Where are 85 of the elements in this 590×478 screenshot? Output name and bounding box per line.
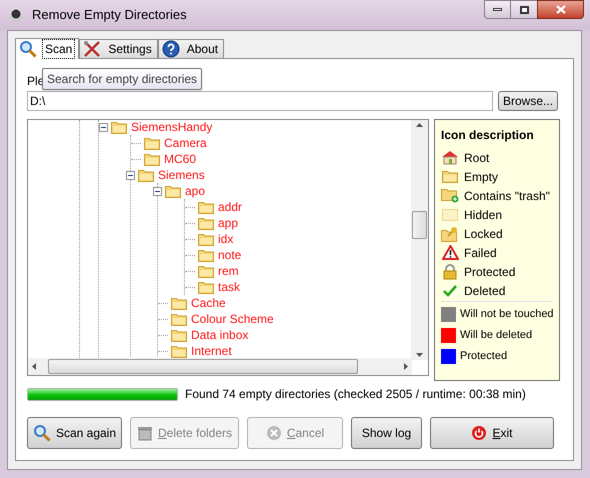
- collapse-toggle[interactable]: [153, 186, 162, 196]
- legend-label: Root: [464, 150, 490, 166]
- scrollbar-thumb[interactable]: [412, 211, 427, 239]
- tree-item[interactable]: Cache: [190, 295, 227, 311]
- legend-label: Locked: [464, 226, 503, 242]
- tree-item[interactable]: Camera: [163, 135, 208, 151]
- scrollbar-thumb[interactable]: [48, 359, 358, 374]
- tree-item[interactable]: Internet: [190, 343, 233, 359]
- folder-icon: [171, 328, 187, 342]
- search-icon: [19, 40, 37, 58]
- close-icon: [556, 5, 566, 14]
- folder-plus-icon: [441, 188, 459, 203]
- folder-icon: [171, 312, 187, 326]
- tree-item[interactable]: task: [217, 279, 242, 295]
- bin-icon: [136, 425, 153, 441]
- tooltip: Search for empty directories: [42, 68, 202, 90]
- right-arrow-icon: [404, 363, 408, 370]
- folder-icon: [198, 232, 214, 246]
- vertical-scrollbar[interactable]: [411, 120, 428, 360]
- tree-item[interactable]: Colour Scheme: [190, 311, 275, 327]
- checkmark-icon: [442, 284, 458, 298]
- action-button[interactable]: Show log: [351, 417, 422, 449]
- folder-icon: [165, 184, 181, 198]
- path-field[interactable]: D:\: [27, 91, 493, 111]
- folder-icon: [198, 248, 214, 262]
- folder-icon: [171, 344, 187, 358]
- horizontal-scrollbar[interactable]: [28, 358, 412, 375]
- tree-item[interactable]: addr: [217, 199, 244, 215]
- minimize-icon: [493, 8, 502, 11]
- tree-item[interactable]: note: [217, 247, 242, 263]
- maximize-icon: [520, 6, 528, 14]
- status-text: Found 74 empty directories (checked 2505 / runtime: 00:38 min): [185, 386, 526, 403]
- tree-item[interactable]: SiemensHandy: [130, 120, 214, 135]
- power-icon: [471, 425, 488, 441]
- legend-label: Hidden: [464, 206, 502, 224]
- legend-title: Icon description: [441, 127, 535, 144]
- legend-label: Will be deleted: [460, 328, 532, 344]
- folder-key-icon: [441, 226, 459, 242]
- tree-item[interactable]: app: [217, 215, 240, 231]
- legend-label: Empty: [464, 168, 498, 186]
- tree-item[interactable]: rem: [217, 263, 240, 279]
- action-button[interactable]: Scan again: [27, 417, 122, 449]
- tab[interactable]: Settings: [79, 39, 158, 58]
- tab[interactable]: Scan: [15, 38, 80, 59]
- tools-icon: [83, 40, 102, 58]
- left-arrow-icon: [32, 363, 36, 370]
- cancel-icon: [266, 425, 282, 441]
- warning-icon: [442, 245, 458, 260]
- window-title: Remove Empty Directories: [32, 6, 187, 24]
- legend-label: Protected: [464, 264, 516, 280]
- folder-icon: [144, 136, 160, 150]
- tree-item[interactable]: Data inbox: [190, 327, 250, 343]
- down-arrow-icon: [416, 353, 423, 357]
- folder-icon: [198, 264, 214, 278]
- browse-button[interactable]: Browse...: [498, 91, 558, 111]
- collapse-toggle[interactable]: [99, 122, 108, 132]
- search-icon: [32, 424, 51, 442]
- tree-item[interactable]: apo: [184, 183, 206, 199]
- folder-icon: [198, 200, 214, 214]
- maximize-button[interactable]: [511, 0, 537, 19]
- folder-icon: [198, 216, 214, 230]
- legend-label: Contains "trash": [464, 188, 550, 204]
- folder-icon: [442, 170, 458, 183]
- minimize-button[interactable]: [484, 0, 511, 19]
- dotted-folder-icon: [442, 208, 458, 221]
- app-icon: [8, 8, 24, 22]
- house-icon: [442, 150, 458, 165]
- action-button[interactable]: Exit: [430, 417, 554, 449]
- close-button[interactable]: [537, 0, 584, 19]
- up-arrow-icon: [416, 123, 423, 127]
- legend-label: Deleted: [464, 282, 506, 300]
- folder-icon: [111, 120, 127, 134]
- tree-item[interactable]: idx: [217, 231, 234, 247]
- tab[interactable]: About: [158, 39, 224, 58]
- tree-item[interactable]: Siemens: [157, 167, 206, 183]
- tree-item[interactable]: MC60: [163, 151, 198, 167]
- legend-label: Will not be touched: [460, 307, 554, 322]
- folder-icon: [171, 296, 187, 310]
- folder-icon: [138, 168, 154, 182]
- folder-icon: [198, 280, 214, 294]
- legend-label: Protected: [460, 349, 508, 364]
- legend-label: Failed: [464, 244, 497, 262]
- collapse-toggle[interactable]: [126, 170, 135, 180]
- padlock-icon: [443, 264, 457, 280]
- folder-icon: [144, 152, 160, 166]
